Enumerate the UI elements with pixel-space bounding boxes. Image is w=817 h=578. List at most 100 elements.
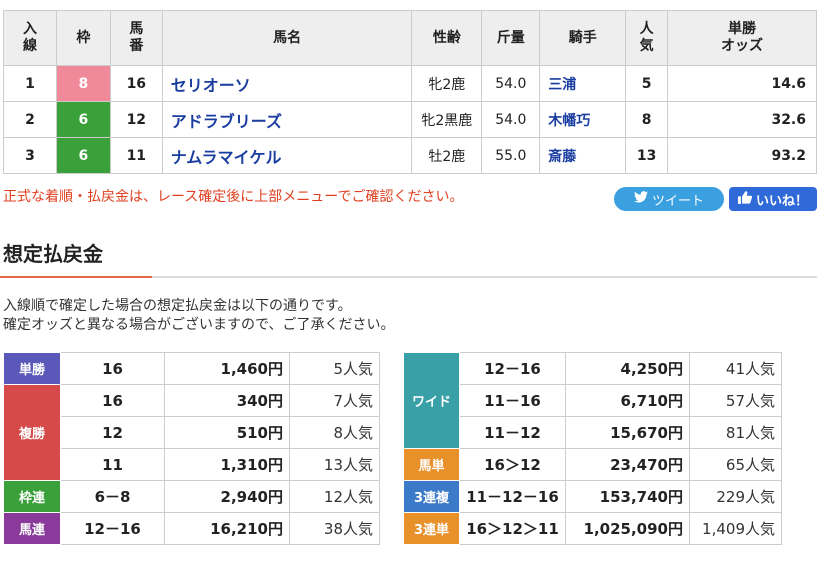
sex-age: 牝2鹿	[411, 65, 483, 102]
tweet-button[interactable]: ツイート	[614, 187, 724, 211]
bet-combination: 6－8	[60, 480, 165, 513]
sex-age: 牝2黒鹿	[411, 101, 483, 138]
payout-amount: 1,310円	[164, 448, 290, 481]
bet-type-label: 3連単	[403, 512, 460, 545]
header-jockey-label: 騎手	[568, 29, 597, 46]
payout-row: ワイド 12－16 4,250円 41人気	[403, 352, 782, 449]
payout-popularity: 7人気	[289, 384, 380, 417]
bet-combination: 12	[60, 416, 165, 449]
payout-popularity: 229人気	[689, 480, 782, 513]
payout-row: 11－16 6,710円 57人気	[404, 384, 782, 417]
result-header-row: 入 線 枠 馬 番 馬名 性齢 斤量 騎手 人 気 単勝 オッズ	[3, 10, 817, 66]
bet-type-label: 枠連	[3, 480, 61, 513]
bet-combination: 11	[60, 448, 165, 481]
bet-type-label: 3連複	[403, 480, 460, 513]
popularity: 5	[625, 65, 669, 102]
header-horse-name-label: 馬名	[273, 29, 302, 46]
payout-row: 3連複 11－12－16 153,740円 229人気	[403, 480, 782, 513]
bet-type-label: 複勝	[3, 384, 61, 481]
waku-number: 6	[55, 137, 111, 174]
tweet-label: ツイート	[651, 193, 704, 209]
header-jockey: 騎手	[539, 10, 627, 66]
payout-row: 11－12 15,670円 81人気	[404, 416, 782, 449]
result-row: 3 6 11 ナムラマイケル 牡2鹿 55.0 斎藤 13 93.2	[3, 137, 817, 174]
payout-amount: 6,710円	[565, 384, 690, 417]
payout-amount: 1,460円	[164, 352, 290, 385]
horse-number: 11	[109, 137, 163, 174]
header-umaban: 馬 番	[109, 10, 163, 66]
payout-table-right: ワイド 12－16 4,250円 41人気 11－16 6,710円 57人気 11－12 15…	[403, 352, 782, 545]
payout-row: 単勝 16 1,460円 5人気	[3, 352, 380, 385]
payout-amount: 23,470円	[565, 448, 690, 481]
win-odds: 14.6	[667, 65, 817, 102]
section-divider-accent	[0, 276, 152, 278]
payout-popularity: 81人気	[689, 416, 782, 449]
bet-type-label: ワイド	[403, 352, 460, 449]
payout-popularity: 1,409人気	[689, 512, 782, 545]
payout-popularity: 8人気	[289, 416, 380, 449]
like-button[interactable]: いいね！	[729, 187, 817, 211]
payout-amount: 1,025,090円	[565, 512, 690, 545]
header-waku: 枠	[55, 10, 111, 66]
header-pos: 入 線	[3, 10, 57, 66]
payout-description-line2: 確定オッズと異なる場合がございますので、ご了承ください。	[3, 317, 395, 333]
popularity: 13	[625, 137, 669, 174]
carried-weight: 54.0	[481, 65, 541, 102]
payout-amount: 340円	[164, 384, 290, 417]
bet-type-label: 馬連	[3, 512, 61, 545]
payout-row: 馬単 16＞12 23,470円 65人気	[403, 448, 782, 481]
header-pop: 人 気	[625, 10, 669, 66]
waku-number: 6	[55, 101, 111, 138]
header-horse-name: 馬名	[161, 10, 413, 66]
bet-combination: 16	[60, 352, 165, 385]
payout-row: 複勝 16 340円 7人気	[3, 384, 380, 481]
header-waku-label: 枠	[76, 29, 91, 46]
jockey-name-link[interactable]: 三浦	[539, 65, 627, 102]
header-pop-label: 人 気	[639, 21, 654, 54]
finish-position: 2	[3, 101, 57, 138]
sex-age: 牡2鹿	[411, 137, 483, 174]
payout-popularity: 41人気	[689, 352, 782, 385]
payout-amount: 2,940円	[164, 480, 290, 513]
header-odds-label: 単勝 オッズ	[721, 21, 764, 54]
jockey-name-link[interactable]: 斎藤	[539, 137, 627, 174]
bet-combination: 11－12－16	[459, 480, 566, 513]
waku-number: 8	[55, 65, 111, 102]
payout-popularity: 13人気	[289, 448, 380, 481]
bet-combination: 11－16	[459, 384, 566, 417]
popularity: 8	[625, 101, 669, 138]
finish-position: 3	[3, 137, 57, 174]
horse-name-link[interactable]: アドラブリーズ	[161, 101, 413, 138]
bet-combination: 16	[60, 384, 165, 417]
bet-combination: 16＞12＞11	[459, 512, 566, 545]
bet-combination: 12－16	[60, 512, 165, 545]
header-weight-label: 斤量	[496, 29, 525, 46]
result-notice: 正式な着順・払戻金は、レース確定後に上部メニューでご確認ください。	[3, 189, 464, 205]
thumbs-up-icon	[737, 190, 753, 208]
payout-row: 12 510円 8人気	[4, 416, 380, 449]
bet-combination: 12－16	[459, 352, 566, 385]
twitter-bird-icon	[633, 191, 648, 207]
horse-name-link[interactable]: セリオーソ	[161, 65, 413, 102]
payout-amount: 4,250円	[565, 352, 690, 385]
jockey-name-link[interactable]: 木幡巧	[539, 101, 627, 138]
payout-table-left: 単勝 16 1,460円 5人気 複勝 16 340円 7人気 12 510円 8人気 11 1,310…	[3, 352, 380, 545]
win-odds: 32.6	[667, 101, 817, 138]
bet-combination: 11－12	[459, 416, 566, 449]
header-odds: 単勝 オッズ	[667, 10, 817, 66]
bet-type-label: 単勝	[3, 352, 61, 385]
carried-weight: 54.0	[481, 101, 541, 138]
payout-amount: 15,670円	[565, 416, 690, 449]
header-sexage-label: 性齢	[432, 29, 461, 46]
payout-amount: 510円	[164, 416, 290, 449]
horse-name-link[interactable]: ナムラマイケル	[161, 137, 413, 174]
payout-amount: 153,740円	[565, 480, 690, 513]
header-pos-label: 入 線	[22, 21, 37, 54]
payout-popularity: 57人気	[689, 384, 782, 417]
race-result-table: 入 線 枠 馬 番 馬名 性齢 斤量 騎手 人 気 単勝 オッズ 1 8 16 セリオ…	[3, 10, 817, 174]
payout-popularity: 5人気	[289, 352, 380, 385]
header-weight: 斤量	[481, 10, 541, 66]
payout-popularity: 65人気	[689, 448, 782, 481]
payout-amount: 16,210円	[164, 512, 290, 545]
horse-number: 16	[109, 65, 163, 102]
